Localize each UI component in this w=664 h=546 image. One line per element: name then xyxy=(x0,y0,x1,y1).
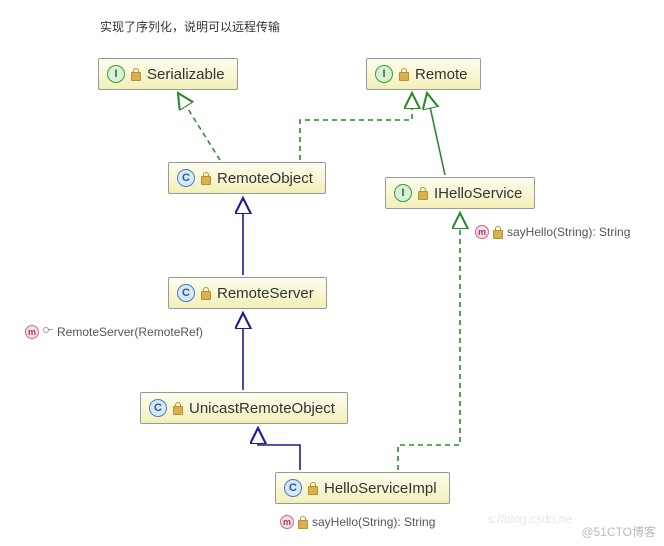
lock-icon xyxy=(201,172,211,184)
edge-helloimpl-ihelloservice xyxy=(398,213,460,470)
node-label: RemoteServer xyxy=(217,285,314,302)
method-icon: m xyxy=(25,325,39,339)
class-icon: C xyxy=(177,284,195,302)
node-remoteobject: C RemoteObject xyxy=(168,162,326,194)
node-label: Remote xyxy=(415,66,468,83)
lock-icon xyxy=(308,482,318,494)
node-helloserviceimpl: C HelloServiceImpl xyxy=(275,472,450,504)
class-icon: C xyxy=(284,479,302,497)
node-remoteserver: C RemoteServer xyxy=(168,277,327,309)
lock-icon xyxy=(418,187,428,199)
lock-icon xyxy=(201,287,211,299)
node-label: IHelloService xyxy=(434,185,522,202)
key-icon xyxy=(43,327,53,337)
method-signature: sayHello(String): String xyxy=(312,515,435,529)
node-unicastremoteobject: C UnicastRemoteObject xyxy=(140,392,348,424)
lock-icon xyxy=(131,68,141,80)
method-sayhello-interface: m sayHello(String): String xyxy=(475,225,630,239)
method-icon: m xyxy=(475,225,489,239)
method-signature: sayHello(String): String xyxy=(507,225,630,239)
method-icon: m xyxy=(280,515,294,529)
method-remoteserver-ctor: m RemoteServer(RemoteRef) xyxy=(25,325,203,339)
watermark: @51CTO博客 xyxy=(581,523,656,540)
edge-helloimpl-unicast xyxy=(258,428,300,470)
lock-icon xyxy=(493,226,503,238)
diagram-note: 实现了序列化，说明可以远程传输 xyxy=(100,18,280,35)
edge-remoteobject-remote xyxy=(300,93,412,160)
node-serializable: I Serializable xyxy=(98,58,238,90)
watermark-faint: s://blog.csdn.ne xyxy=(488,512,572,526)
node-label: Serializable xyxy=(147,66,225,83)
node-ihelloservice: I IHelloService xyxy=(385,177,535,209)
edge-ihelloservice-remote xyxy=(427,93,445,175)
node-label: RemoteObject xyxy=(217,170,313,187)
method-signature: RemoteServer(RemoteRef) xyxy=(57,325,203,339)
interface-icon: I xyxy=(375,65,393,83)
class-icon: C xyxy=(149,399,167,417)
interface-icon: I xyxy=(107,65,125,83)
interface-icon: I xyxy=(394,184,412,202)
node-label: UnicastRemoteObject xyxy=(189,400,335,417)
lock-icon xyxy=(298,516,308,528)
lock-icon xyxy=(173,402,183,414)
node-remote: I Remote xyxy=(366,58,481,90)
lock-icon xyxy=(399,68,409,80)
class-icon: C xyxy=(177,169,195,187)
node-label: HelloServiceImpl xyxy=(324,480,437,497)
edge-remoteobject-serializable xyxy=(178,93,220,160)
method-sayhello-impl: m sayHello(String): String xyxy=(280,515,435,529)
